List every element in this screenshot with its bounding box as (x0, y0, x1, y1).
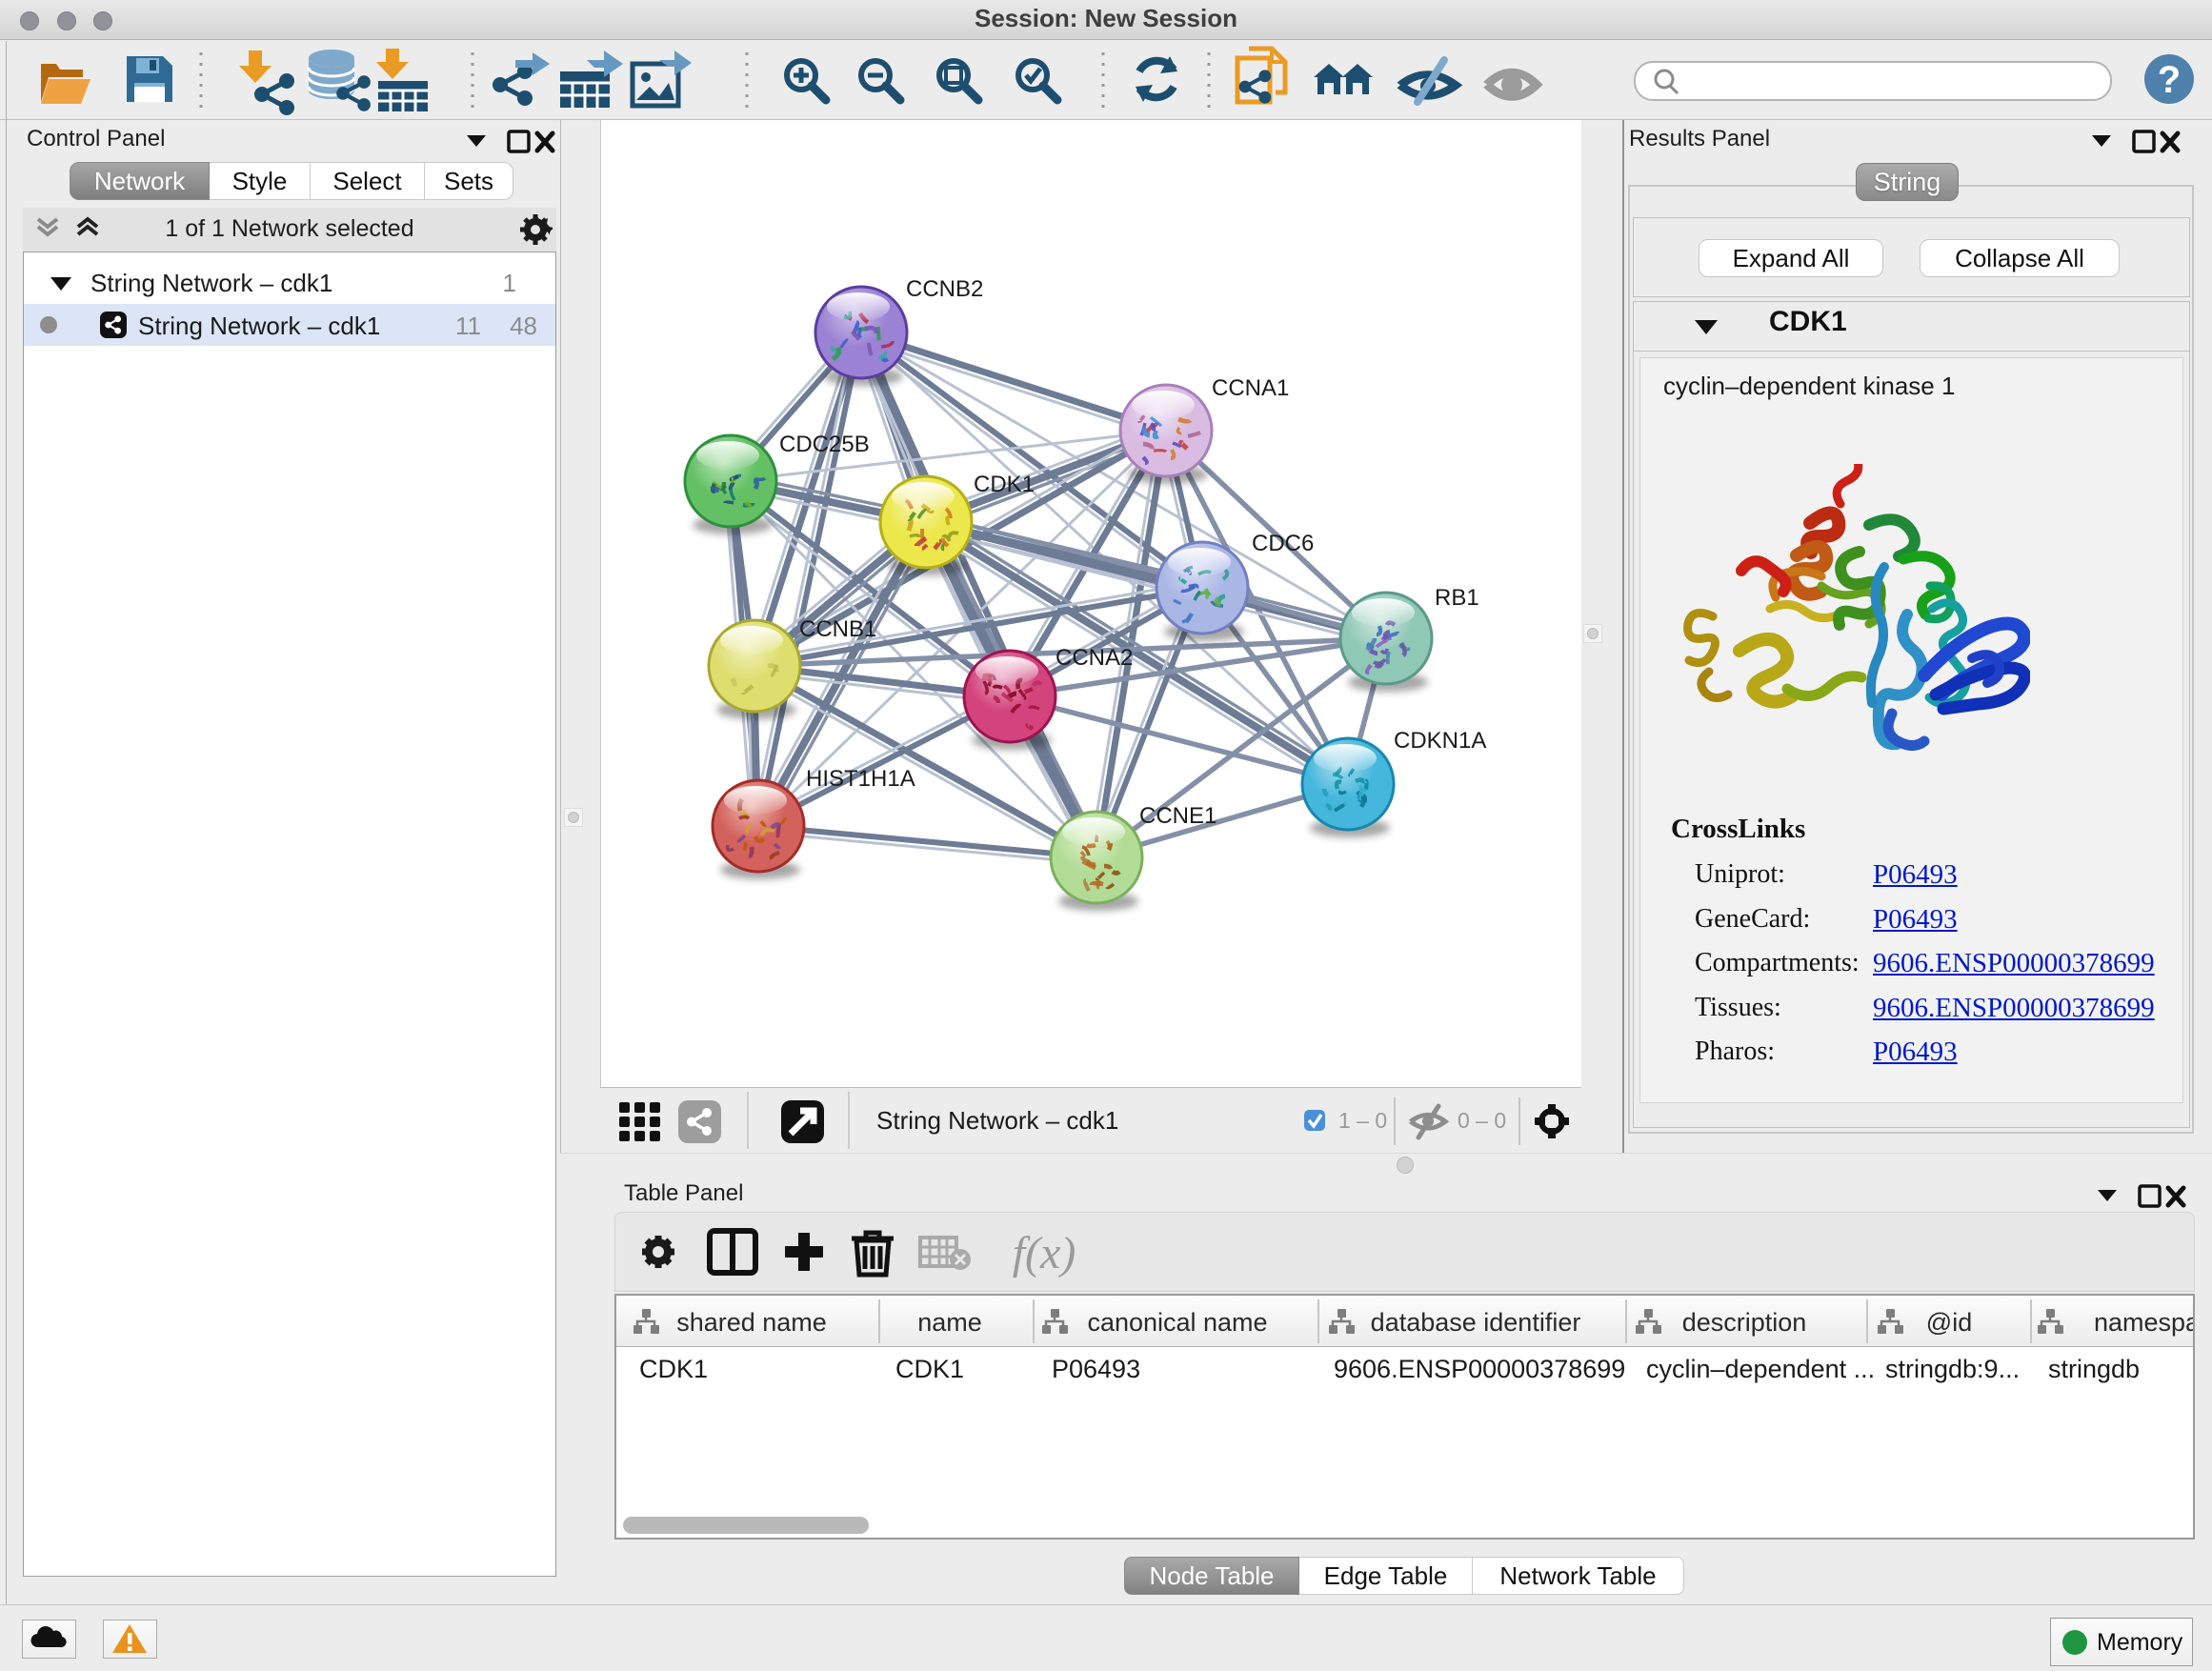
svg-text:String Network – cdk1: String Network – cdk1 (876, 1106, 1118, 1135)
svg-text:1 – 0: 1 – 0 (1338, 1108, 1387, 1133)
svg-text:0 – 0: 0 – 0 (1458, 1108, 1506, 1133)
svg-text:CCNB2: CCNB2 (906, 276, 983, 302)
svg-text:f(x): f(x) (1013, 1228, 1076, 1278)
svg-text:CCNB1: CCNB1 (799, 616, 876, 642)
svg-text:?: ? (2158, 59, 2181, 101)
svg-text:canonical name: canonical name (1087, 1308, 1267, 1337)
svg-text:HIST1H1A: HIST1H1A (806, 766, 915, 792)
svg-text:@id: @id (1926, 1308, 1972, 1337)
svg-text:CCNE1: CCNE1 (1139, 803, 1217, 829)
svg-text:CDK1: CDK1 (974, 472, 1035, 497)
svg-text:namespac: namespac (2094, 1308, 2193, 1337)
svg-text:shared name: shared name (676, 1308, 827, 1337)
svg-text:CDC25B: CDC25B (779, 432, 870, 457)
svg-text:description: description (1682, 1308, 1807, 1337)
svg-text:name: name (917, 1308, 982, 1337)
svg-text:CCNA2: CCNA2 (1056, 645, 1133, 671)
svg-text:CDKN1A: CDKN1A (1394, 728, 1486, 754)
svg-text:CDC6: CDC6 (1252, 531, 1314, 556)
svg-text:RB1: RB1 (1435, 585, 1479, 611)
svg-text:CCNA1: CCNA1 (1212, 375, 1289, 401)
svg-text:database identifier: database identifier (1371, 1308, 1581, 1337)
